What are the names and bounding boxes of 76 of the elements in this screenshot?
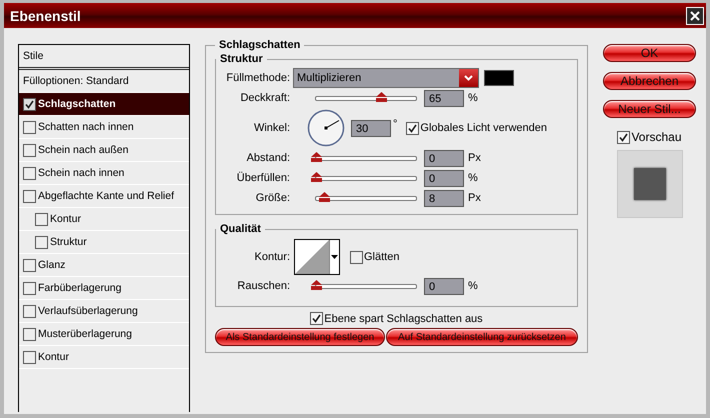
pill-button[interactable]: Neuer Stil... <box>603 100 696 118</box>
style-list-item[interactable]: Schatten nach innen <box>19 116 189 139</box>
color-swatch[interactable] <box>484 70 514 86</box>
chevron-icon <box>464 75 473 81</box>
unit-label: Px <box>468 192 481 204</box>
checkbox[interactable] <box>23 190 36 202</box>
number-field[interactable]: 30 <box>351 120 391 136</box>
checkbox[interactable] <box>23 350 36 364</box>
style-list-item[interactable]: Schlagschatten <box>19 93 189 116</box>
checkbox[interactable] <box>617 130 630 144</box>
checkbox[interactable] <box>35 212 48 226</box>
section-title: Struktur <box>219 53 264 65</box>
checkbox[interactable] <box>23 304 36 318</box>
style-list-item[interactable]: Kontur <box>19 346 189 369</box>
pill-button[interactable]: Abbrechen <box>603 72 696 90</box>
slider-thumb[interactable] <box>318 192 331 202</box>
checkbox[interactable] <box>23 166 36 180</box>
unit-label: % <box>468 92 478 104</box>
unit-label: ° <box>393 118 398 130</box>
close-button[interactable] <box>686 6 704 24</box>
style-list-item[interactable]: Farbüberlagerung <box>19 277 189 300</box>
slider-thumb[interactable] <box>375 92 388 102</box>
checkbox[interactable] <box>23 120 36 134</box>
list-header: Stile <box>19 45 189 70</box>
field-label: Kontur: <box>254 251 290 263</box>
preview-square <box>634 168 666 200</box>
pill-button[interactable]: OK <box>603 44 696 62</box>
window-title: Ebenenstil <box>10 8 81 24</box>
field-label: Rauschen: <box>236 280 290 292</box>
field-label: Deckkraft: <box>239 92 290 104</box>
slider-thumb[interactable] <box>310 152 323 162</box>
slider-thumb[interactable] <box>310 280 323 290</box>
style-list-item[interactable]: Schein nach außen <box>19 139 189 162</box>
style-list-item[interactable]: Glanz <box>19 254 189 277</box>
number-field[interactable]: 8 <box>424 190 464 206</box>
close-icon <box>690 10 700 20</box>
checkbox-label: Vorschau <box>631 130 682 144</box>
unit-label: Px <box>468 152 481 164</box>
style-list-item[interactable]: Schein nach innen <box>19 162 189 185</box>
checkbox-label: Glätten <box>364 251 400 263</box>
checkbox[interactable] <box>406 122 420 134</box>
number-field[interactable]: 0 <box>424 278 464 294</box>
style-list-item[interactable]: Kontur <box>19 208 189 231</box>
section-title: Schlagschatten <box>218 39 302 51</box>
section-title: Qualität <box>219 223 262 235</box>
field-label: Abstand: <box>246 152 290 164</box>
checkbox-label: Globales Licht verwenden <box>420 122 547 134</box>
unit-label: % <box>468 280 478 292</box>
style-list-item[interactable]: Verlaufsüberlagerung <box>19 300 189 323</box>
checkbox[interactable] <box>23 144 36 156</box>
checkbox[interactable] <box>23 282 36 294</box>
field-label: Winkel: <box>252 122 290 134</box>
number-field[interactable]: 0 <box>424 170 464 186</box>
angle-dial[interactable] <box>307 109 345 147</box>
checkbox[interactable] <box>35 236 48 248</box>
field-label: Überfüllen: <box>236 172 290 184</box>
contour-curve-icon <box>295 240 329 274</box>
number-field[interactable]: 0 <box>424 150 464 166</box>
field-label: Größe: <box>254 192 290 204</box>
checkbox[interactable] <box>23 98 36 110</box>
style-list-item[interactable]: Abgeflachte Kante und Relief <box>19 185 189 208</box>
dropdown[interactable]: Multiplizieren <box>293 68 479 88</box>
number-field[interactable]: 65 <box>424 90 464 106</box>
contour-picker[interactable] <box>294 239 340 275</box>
checkbox-label: Ebene spart Schlagschatten aus <box>324 312 483 324</box>
checkbox[interactable] <box>23 258 36 272</box>
slider-thumb[interactable] <box>310 172 323 182</box>
checkbox[interactable] <box>23 328 36 340</box>
dropdown-button[interactable] <box>459 69 478 87</box>
style-list-item[interactable]: Struktur <box>19 231 189 254</box>
style-list-item[interactable]: Musterüberlagerung <box>19 323 189 346</box>
field-label: Füllmethode: <box>225 72 290 84</box>
unit-label: % <box>468 172 478 184</box>
caret-icon <box>331 255 338 259</box>
checkbox[interactable] <box>310 312 324 325</box>
checkbox[interactable] <box>350 250 363 264</box>
